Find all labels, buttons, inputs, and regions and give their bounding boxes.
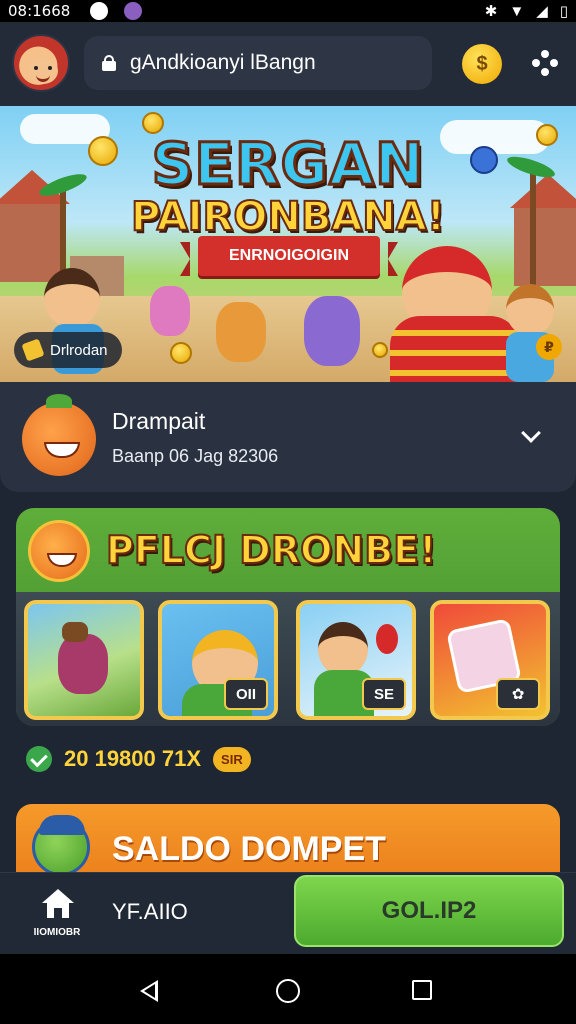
banner-chip-label: Drlrodan [50, 341, 108, 359]
stats-pill: SIR [213, 746, 251, 772]
menu-dots-icon[interactable] [532, 50, 558, 76]
search-field[interactable]: gAndkioanyi lBangn [84, 36, 432, 90]
runner-character [58, 634, 108, 694]
promo-section: PFLCJ DRONBE! OII SE ✿ [16, 508, 560, 726]
game-tile-cube[interactable]: ✿ [430, 600, 550, 720]
hand-icon [21, 338, 45, 362]
bottom-bar-label[interactable]: YF.AIIO [112, 899, 188, 925]
signal-icon: ◢ [536, 3, 548, 20]
coin-icon [170, 342, 192, 364]
stats-row: 20 19800 71X SIR [26, 746, 251, 772]
boy-character [44, 268, 100, 328]
status-bar: 08:1668 ✱ ▼ ◢ ▯ [0, 0, 576, 22]
app-notification-icon [124, 2, 143, 20]
check-icon [26, 746, 52, 772]
top-app-bar: gAndkioanyi lBangn $ [0, 22, 576, 106]
lock-icon [102, 55, 116, 71]
boy-character [318, 622, 368, 676]
banner-subtitle: PAIRONBANA! [130, 193, 446, 241]
status-icons: ✱ ▼ ◢ ▯ [484, 2, 568, 21]
bottom-bar: IIOMIOBR YF.AIIO GOL.IP2 [0, 872, 576, 954]
chevron-down-icon[interactable] [521, 423, 541, 443]
fox-character [216, 302, 266, 362]
system-nav-bar [0, 954, 576, 1024]
bluetooth-icon: ✱ [484, 3, 498, 20]
app-screen: 08:1668 ✱ ▼ ◢ ▯ gAndkioanyi lBangn $ SER… [0, 0, 576, 1024]
wifi-icon: ▼ [509, 2, 525, 20]
avatar-face-icon [28, 58, 58, 84]
primary-cta-button[interactable]: GOL.IP2 [294, 875, 564, 947]
wallet-mascot-icon [32, 815, 90, 876]
game-badge: OII [224, 678, 268, 710]
hero-banner[interactable]: SERGAN PAIRONBANA! ENRNOIGOIGIN Drlrodan… [0, 106, 576, 382]
promo-mascot-icon [28, 520, 90, 582]
promo-title: PFLCJ DRONBE! [105, 527, 437, 573]
back-icon[interactable] [140, 980, 158, 1002]
home-label: IIOMIOBR [33, 927, 81, 938]
creature-character [150, 286, 190, 336]
status-time: 08:1668 [8, 2, 71, 20]
banner-chip[interactable]: Drlrodan [14, 332, 122, 368]
girl-character [506, 284, 554, 336]
search-text: gAndkioanyi lBangn [130, 51, 316, 74]
wallet-title: SALDO DOMPET [112, 830, 386, 868]
coin-badge-icon: ₽ [536, 334, 562, 360]
profile-avatar[interactable] [12, 34, 70, 92]
account-name: Drampait [112, 408, 206, 434]
home-icon [42, 889, 74, 919]
pumpkin-avatar-icon [22, 394, 96, 476]
capped-boy-body [390, 316, 520, 382]
hat-icon [62, 622, 88, 642]
banner-title: SERGAN [150, 129, 425, 200]
home-circle-icon[interactable] [276, 979, 300, 1003]
balloon-icon [376, 624, 398, 654]
battery-icon: ▯ [559, 3, 568, 20]
game-tile-builder[interactable]: OII [158, 600, 278, 720]
game-tile-balloon[interactable]: SE [296, 600, 416, 720]
account-subtitle: Baanp 06 Jag 82306 [112, 446, 279, 466]
banner-ribbon: ENRNOIGOIGIN [180, 236, 398, 276]
game-badge: SE [362, 678, 406, 710]
game-tile-runner[interactable] [24, 600, 144, 720]
home-tab[interactable]: IIOMIOBR [22, 883, 92, 945]
coin-icon: $ [476, 52, 488, 75]
account-card[interactable]: Drampait Baanp 06 Jag 82306 [0, 382, 576, 492]
coin-button[interactable]: $ [462, 44, 502, 84]
cat-character [304, 296, 360, 366]
game-badge-icon: ✿ [496, 678, 540, 710]
recent-apps-icon[interactable] [412, 980, 432, 1000]
coin-icon [372, 342, 388, 358]
stats-value: 20 19800 71X [64, 746, 202, 771]
notification-icon [90, 2, 109, 20]
